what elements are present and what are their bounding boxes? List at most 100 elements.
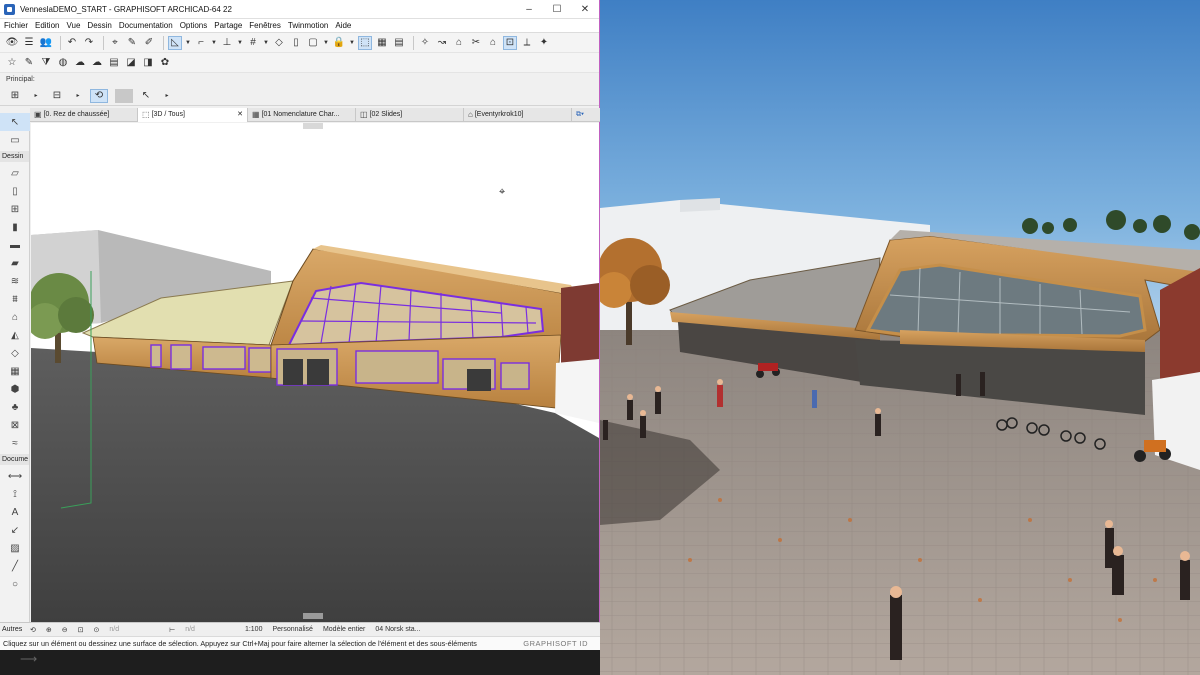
snap-guides-icon[interactable]: ⌐ [194, 36, 208, 50]
document-icon[interactable]: ▤ [107, 56, 121, 70]
wall-tool-icon[interactable]: ▱ [0, 164, 30, 182]
cloud-sync-icon[interactable]: ☁ [90, 56, 104, 70]
level-dimension-icon[interactable]: ⟟ [0, 485, 30, 503]
marquee-tool-icon[interactable]: ▭ [0, 131, 30, 149]
object-tool-icon[interactable]: ♣ [0, 398, 30, 416]
3d-viewport[interactable]: ⌖ [31, 123, 599, 622]
3d-window-icon[interactable]: ⬚ [358, 35, 372, 50]
render-icon[interactable]: ✦ [537, 36, 551, 50]
tab-floor-plan[interactable]: ▣ [0. Rez de chaussée] [30, 108, 138, 122]
chevron-down-icon[interactable]: ▼ [237, 36, 243, 50]
circle-tool-icon[interactable]: ○ [0, 575, 30, 593]
chevron-down-icon[interactable]: ▼ [349, 36, 355, 50]
chevron-right-icon[interactable]: ▸ [158, 89, 176, 103]
stack-icon[interactable]: ◨ [141, 56, 155, 70]
shell-tool-icon[interactable]: ◭ [0, 326, 30, 344]
gravity-icon[interactable]: ⊥ [220, 36, 234, 50]
layer-icon[interactable]: ▢ [306, 36, 320, 50]
sliders-icon[interactable]: ☰ [22, 36, 36, 50]
fill-tool-icon[interactable]: ▨ [0, 539, 30, 557]
split-icon[interactable]: ✂ [469, 36, 483, 50]
door-tool-icon[interactable]: ▯ [0, 182, 30, 200]
chevron-down-icon[interactable]: ▼ [323, 36, 329, 50]
tab-list-button[interactable]: ⧉▾ [572, 108, 600, 122]
viewport-split-handle[interactable] [303, 613, 323, 619]
window-tool-icon[interactable]: ⊞ [0, 200, 30, 218]
redo-icon[interactable]: ↷ [82, 36, 96, 50]
rotate-icon[interactable]: ⟲ [90, 88, 108, 103]
section-icon[interactable]: ▤ [392, 36, 406, 50]
ruler-icon[interactable]: ⊢ [169, 626, 175, 634]
tab-3d[interactable]: ⬚ [3D / Tous] ✕ [138, 108, 248, 122]
chevron-down-icon[interactable]: ▼ [211, 36, 217, 50]
view-setting-field[interactable]: 04 Norsk sta... [375, 626, 420, 633]
roof-icon[interactable]: ⌂ [452, 36, 466, 50]
menu-fichier[interactable]: Fichier [4, 21, 28, 30]
roof-tool-icon[interactable]: ⌂ [0, 308, 30, 326]
eraser-icon[interactable]: ◇ [272, 36, 286, 50]
tab-slides[interactable]: ◫ [02 Slides] [356, 108, 464, 122]
close-button[interactable]: ✕ [571, 0, 599, 19]
tab-eventyrkrok[interactable]: ⌂ [Eventyrkrok10] [464, 108, 572, 122]
morph-tool-icon[interactable]: ⬢ [0, 380, 30, 398]
viewport-split-handle[interactable] [303, 123, 323, 129]
eye-icon[interactable]: 👁 [5, 36, 19, 50]
menu-edition[interactable]: Edition [35, 21, 59, 30]
menu-documentation[interactable]: Documentation [119, 21, 173, 30]
menu-vue[interactable]: Vue [66, 21, 80, 30]
chevron-right-icon[interactable]: ▸ [69, 89, 87, 103]
label-tool-icon[interactable]: ↙ [0, 521, 30, 539]
skylight-tool-icon[interactable]: ◇ [0, 344, 30, 362]
chevron-down-icon[interactable]: ▼ [263, 36, 269, 50]
measure-icon[interactable]: ⟂ [520, 36, 534, 50]
find-select-icon[interactable]: ⌖ [108, 36, 122, 50]
marquee-options-icon[interactable]: ⊟ [48, 89, 66, 103]
lock-icon[interactable]: 🔒 [332, 36, 346, 50]
minimize-button[interactable]: – [515, 0, 543, 19]
close-tab-icon[interactable]: ✕ [237, 108, 243, 122]
menu-aide[interactable]: Aide [335, 21, 351, 30]
fit-window-icon[interactable]: ⊡ [78, 626, 84, 634]
guide-lines-icon[interactable]: ◺ [168, 35, 182, 50]
stair-tool-icon[interactable]: ≋ [0, 272, 30, 290]
undo-zoom-icon[interactable]: ⟲ [30, 626, 36, 634]
palette-icon[interactable]: ✿ [158, 56, 172, 70]
mesh-tool-icon[interactable]: ≈ [0, 434, 30, 452]
orbit-icon[interactable]: ⊙ [94, 626, 100, 634]
selection-icon[interactable]: ⊡ [503, 35, 517, 50]
zoom-in-icon[interactable]: ⊕ [46, 626, 52, 634]
menu-twinmotion[interactable]: Twinmotion [288, 21, 328, 30]
graphisoft-id-label[interactable]: GRAPHISOFT ID [523, 639, 600, 648]
pointer-icon[interactable]: ↖ [137, 89, 155, 103]
users-icon[interactable]: 👥 [39, 36, 53, 50]
chevron-right-icon[interactable]: ▸ [27, 89, 45, 103]
arrow-tool-icon[interactable]: ↖ [0, 113, 30, 131]
tab-schedule[interactable]: ▦ [01 Nomenclature Char... [248, 108, 356, 122]
slab-tool-icon[interactable]: ▰ [0, 254, 30, 272]
menu-options[interactable]: Options [180, 21, 208, 30]
edit-icon[interactable]: ✎ [22, 56, 36, 70]
model-filter-field[interactable]: Modèle entier [323, 626, 365, 633]
grid-view-icon[interactable]: ▦ [375, 36, 389, 50]
grid-snap-icon[interactable]: # [246, 36, 260, 50]
chevron-down-icon[interactable]: ▼ [185, 36, 191, 50]
maximize-button[interactable]: ☐ [543, 0, 571, 19]
magic-wand-icon[interactable]: ✧ [418, 36, 432, 50]
star-icon[interactable]: ☆ [5, 56, 19, 70]
beam-tool-icon[interactable]: ▬ [0, 236, 30, 254]
marquee-icon[interactable]: ▯ [289, 36, 303, 50]
line-tool-icon[interactable]: ╱ [0, 557, 30, 575]
dimension-tool-icon[interactable]: ⟷ [0, 467, 30, 485]
undo-icon[interactable]: ↶ [65, 36, 79, 50]
text-tool-icon[interactable]: A [0, 503, 30, 521]
curtain-wall-tool-icon[interactable]: ▦ [0, 362, 30, 380]
inject-icon[interactable]: ✐ [142, 36, 156, 50]
globe-icon[interactable]: ◍ [56, 56, 70, 70]
zoom-out-icon[interactable]: ⊖ [62, 626, 68, 634]
pick-up-icon[interactable]: ✎ [125, 36, 139, 50]
filter-icon[interactable]: ⧩ [39, 56, 53, 70]
zone-tool-icon[interactable]: ⊠ [0, 416, 30, 434]
menu-partage[interactable]: Partage [214, 21, 242, 30]
scale-field[interactable]: 1:100 [245, 626, 263, 633]
railing-tool-icon[interactable]: ⩩ [0, 290, 30, 308]
